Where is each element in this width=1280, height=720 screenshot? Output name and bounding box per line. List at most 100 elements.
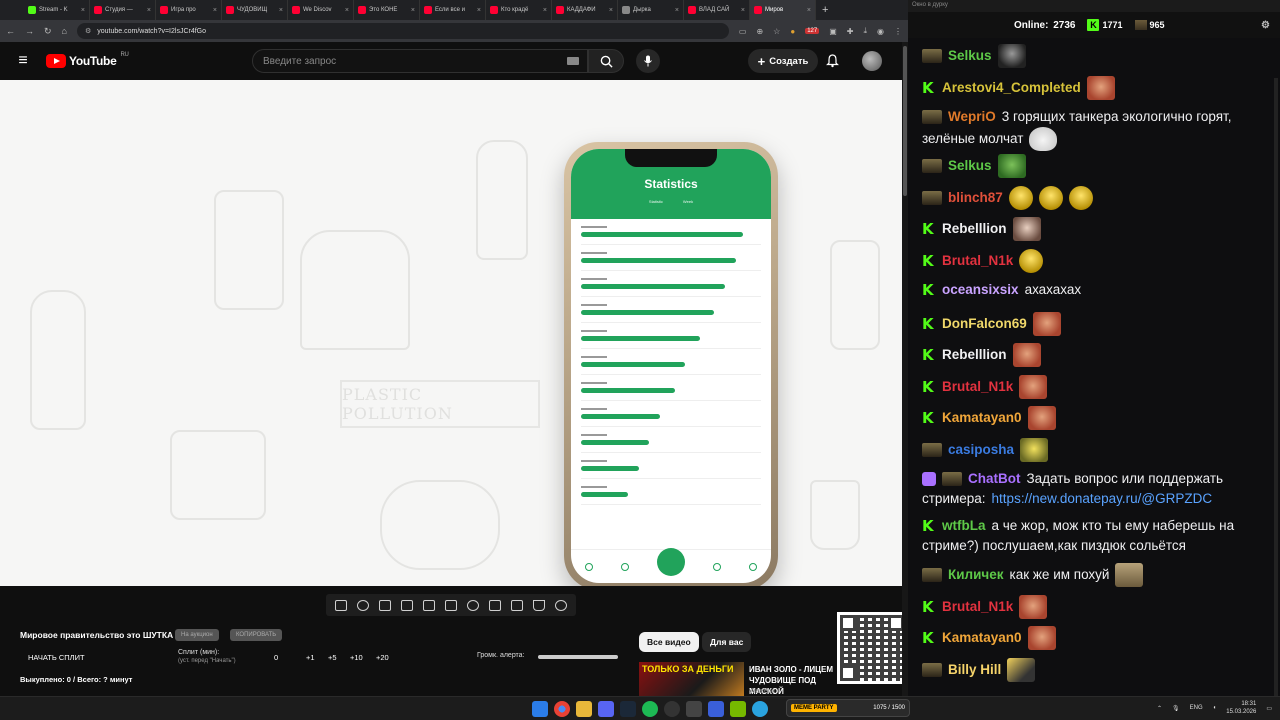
home-icon[interactable]: ⌂	[62, 26, 67, 36]
chat-message[interactable]: Kamatayan0	[922, 406, 1272, 430]
browser-tab[interactable]: Stream - K ×	[24, 0, 90, 20]
chat-username[interactable]: WepriO	[948, 107, 996, 127]
folder-icon[interactable]	[576, 701, 592, 717]
donate-link[interactable]: https://new.donatepay.ru/@GRPZDC	[992, 489, 1213, 509]
video-player[interactable]: PLASTIC POLLUTION Statistics Statistic W…	[0, 80, 902, 586]
trim-icon[interactable]	[489, 599, 501, 611]
chat-message[interactable]: Киличек как же им похуй	[922, 563, 1272, 587]
chat-username[interactable]: Selkus	[948, 156, 992, 176]
cast-icon[interactable]: ▭	[739, 27, 747, 36]
volume-icon[interactable]: ◖	[1213, 705, 1217, 711]
chat-username[interactable]: blinch87	[948, 188, 1003, 208]
browser-tab[interactable]: Студия — ×	[90, 0, 156, 20]
audio-icon[interactable]	[357, 599, 369, 611]
tray-mic-icon[interactable]: 🎙	[1172, 705, 1180, 712]
profile-icon[interactable]: ◉	[877, 27, 884, 36]
media-icon[interactable]	[708, 701, 724, 717]
browser-tab[interactable]: We Discov ×	[288, 0, 354, 20]
chat-scrollbar[interactable]	[1274, 78, 1278, 696]
chat-message[interactable]: Brutal_N1k	[922, 374, 1272, 399]
tab-close-icon[interactable]: ×	[807, 7, 811, 14]
address-bar[interactable]: ⚙ youtube.com/watch?v=I2lsJCr4fGo	[76, 23, 729, 39]
split-minutes-value[interactable]: 0	[274, 653, 278, 662]
cinema-icon[interactable]	[445, 599, 457, 611]
chat-username[interactable]: Arestovi4_Completed	[942, 78, 1081, 98]
chat-message[interactable]: Rebelllion	[922, 217, 1272, 241]
chat-username[interactable]: oceansixsix	[942, 280, 1019, 300]
tab-close-icon[interactable]: ×	[741, 7, 745, 14]
alert-volume-slider[interactable]	[538, 655, 618, 659]
chat-username[interactable]: Rebelllion	[942, 345, 1007, 365]
chat-username[interactable]: Kamatayan0	[942, 628, 1022, 648]
chat-message[interactable]: Selkus	[922, 154, 1272, 178]
chat-username[interactable]: Brutal_N1k	[942, 597, 1013, 617]
chip-for-you[interactable]: Для вас	[702, 632, 752, 652]
extension-badge[interactable]: 127	[805, 28, 820, 34]
browser-tab[interactable]: Если все и ×	[420, 0, 486, 20]
increment-5-button[interactable]: +5	[328, 653, 337, 662]
steam-icon[interactable]	[620, 701, 636, 717]
browser-tab[interactable]: Игра про ×	[156, 0, 222, 20]
user-avatar[interactable]	[862, 51, 882, 71]
chat-username[interactable]: Selkus	[948, 46, 992, 66]
chat-message[interactable]: casiposha	[922, 437, 1272, 462]
camera-icon[interactable]	[511, 599, 523, 611]
browser-tab[interactable]: Миров ×	[750, 0, 816, 20]
chat-message[interactable]: wtfbLa а че жор, мож кто ты ему наберешь …	[922, 516, 1272, 556]
speed-icon[interactable]	[467, 599, 479, 611]
start-icon[interactable]	[532, 701, 548, 717]
youtube-logo[interactable]: YouTube RU	[46, 52, 129, 68]
telegram-icon[interactable]	[752, 701, 768, 717]
pip-icon[interactable]	[423, 599, 435, 611]
tab-close-icon[interactable]: ×	[279, 7, 283, 14]
recommended-thumbnail[interactable]: ТОЛЬКО ЗА ДЕНЬГИ	[639, 662, 744, 696]
chat-settings-icon[interactable]: ⚙	[1261, 20, 1270, 31]
keyboard-icon[interactable]	[567, 57, 579, 65]
chat-message[interactable]: Kamatayan0	[922, 626, 1272, 650]
browser-tab[interactable]: Это КОНЕ ×	[354, 0, 420, 20]
menu-dots-icon[interactable]: ⋮	[894, 27, 902, 36]
tab-close-icon[interactable]: ×	[477, 7, 481, 14]
chat-username[interactable]: Kamatayan0	[942, 408, 1022, 428]
language-indicator[interactable]: ENG	[1190, 705, 1203, 711]
tab-close-icon[interactable]: ×	[675, 7, 679, 14]
tab-close-icon[interactable]: ×	[411, 7, 415, 14]
flask-icon[interactable]	[533, 599, 545, 611]
increment-20-button[interactable]: +20	[376, 653, 389, 662]
chat-username[interactable]: Brutal_N1k	[942, 377, 1013, 397]
chat-username[interactable]: wtfbLa	[942, 516, 986, 536]
chat-username[interactable]: casiposha	[948, 440, 1014, 460]
discord-icon[interactable]	[598, 701, 614, 717]
chat-panel[interactable]: Selkus Arestovi4_Completed WepriO 3 горящих…	[908, 38, 1280, 696]
copy-button[interactable]: КОПИРОВАТЬ	[230, 629, 283, 641]
browser-tab[interactable]: КАДДАФИ ×	[552, 0, 618, 20]
chat-username[interactable]: Rebelllion	[942, 219, 1007, 239]
browser-tab[interactable]: ВЛАД САЙ ×	[684, 0, 750, 20]
tab-close-icon[interactable]: ×	[345, 7, 349, 14]
chat-username[interactable]: Billy Hill	[948, 660, 1001, 680]
increment-1-button[interactable]: +1	[306, 653, 315, 662]
clock[interactable]: 18:31 15.03.2026	[1226, 700, 1256, 716]
download-icon[interactable]: ⤓	[863, 26, 867, 36]
clapper-icon[interactable]	[401, 599, 413, 611]
chat-message[interactable]: Arestovi4_Completed	[922, 75, 1272, 100]
puzzle-icon[interactable]: ✚	[847, 27, 854, 36]
chat-message[interactable]: Selkus	[922, 44, 1272, 68]
extension-icon[interactable]: ▣	[829, 27, 837, 36]
chat-message[interactable]: ChatBot Задать вопрос или поддержать стрим…	[922, 469, 1272, 509]
obs-icon[interactable]	[664, 701, 680, 717]
tab-close-icon[interactable]: ×	[543, 7, 547, 14]
tray-chevron-icon[interactable]: ⌃	[1157, 705, 1162, 712]
tab-close-icon[interactable]: ×	[609, 7, 613, 14]
chat-message[interactable]: WepriO 3 горящих танкера экологично горят…	[922, 107, 1272, 151]
loop-icon[interactable]	[335, 599, 347, 611]
search-input[interactable]: Введите запрос	[252, 49, 588, 73]
browser-tab[interactable]: Кто крадё ×	[486, 0, 552, 20]
chip-all-videos[interactable]: Все видео	[639, 632, 699, 652]
chat-message[interactable]: Rebelllion	[922, 343, 1272, 367]
chat-message[interactable]: Brutal_N1k	[922, 248, 1272, 273]
chat-username[interactable]: Brutal_N1k	[942, 251, 1013, 271]
chat-username[interactable]: Киличек	[948, 565, 1004, 585]
back-icon[interactable]: ←	[6, 26, 15, 36]
reload-icon[interactable]: ↻	[44, 26, 52, 37]
